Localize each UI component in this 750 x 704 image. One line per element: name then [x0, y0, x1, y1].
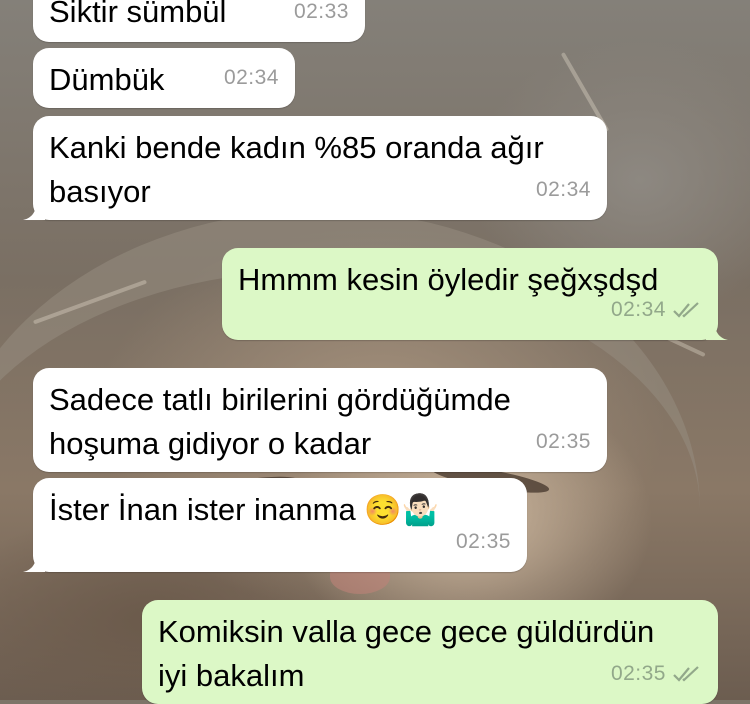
- message-incoming[interactable]: İster İnan ister inanma ☺️🤷🏻‍♂️ 02:35: [23, 478, 527, 572]
- read-double-check-icon: [673, 666, 699, 682]
- bubble-tail: [706, 318, 728, 340]
- message-timestamp: 02:35: [535, 430, 591, 453]
- message-timestamp: 02:33: [293, 0, 349, 23]
- smiling-face-emoji: ☺️: [364, 493, 402, 528]
- message-timestamp: 02:34: [611, 288, 702, 332]
- message-incoming[interactable]: Kanki bende kadın %85 oranda ağır basıyo…: [23, 116, 607, 220]
- message-text: Dümbük: [49, 62, 165, 97]
- message-timestamp: 02:34: [535, 178, 591, 201]
- chat-thread[interactable]: Siktir sümbül 02:33 Dümbük 02:34 Kanki b…: [0, 0, 750, 704]
- bubble-tail: [23, 550, 45, 572]
- message-incoming[interactable]: Sadece tatlı birilerini gördüğümde hoşum…: [33, 368, 607, 472]
- message-timestamp: 02:35: [611, 652, 702, 696]
- message-text: Kanki bende kadın %85 oranda ağır basıyo…: [49, 130, 544, 209]
- message-incoming[interactable]: Dümbük 02:34: [33, 48, 295, 108]
- message-text: İster İnan ister inanma ☺️🤷🏻‍♂️: [49, 492, 440, 528]
- message-text: Komiksin valla gece gece güldürdün iyi b…: [158, 614, 655, 693]
- message-text: Siktir sümbül: [49, 0, 227, 29]
- message-timestamp: 02:35: [455, 530, 511, 553]
- message-timestamp: 02:34: [223, 66, 279, 89]
- message-outgoing[interactable]: Hmmm kesin öyledir şeğxşdşd 02:34: [222, 248, 728, 340]
- bubble-tail: [23, 198, 45, 220]
- message-incoming[interactable]: Siktir sümbül 02:33: [33, 0, 365, 42]
- message-text: Hmmm kesin öyledir şeğxşdşd: [238, 262, 659, 297]
- message-outgoing[interactable]: Komiksin valla gece gece güldürdün iyi b…: [142, 600, 718, 704]
- read-double-check-icon: [673, 302, 699, 318]
- shrug-emoji: 🤷🏻‍♂️: [401, 493, 440, 528]
- message-text: Sadece tatlı birilerini gördüğümde hoşum…: [49, 382, 511, 461]
